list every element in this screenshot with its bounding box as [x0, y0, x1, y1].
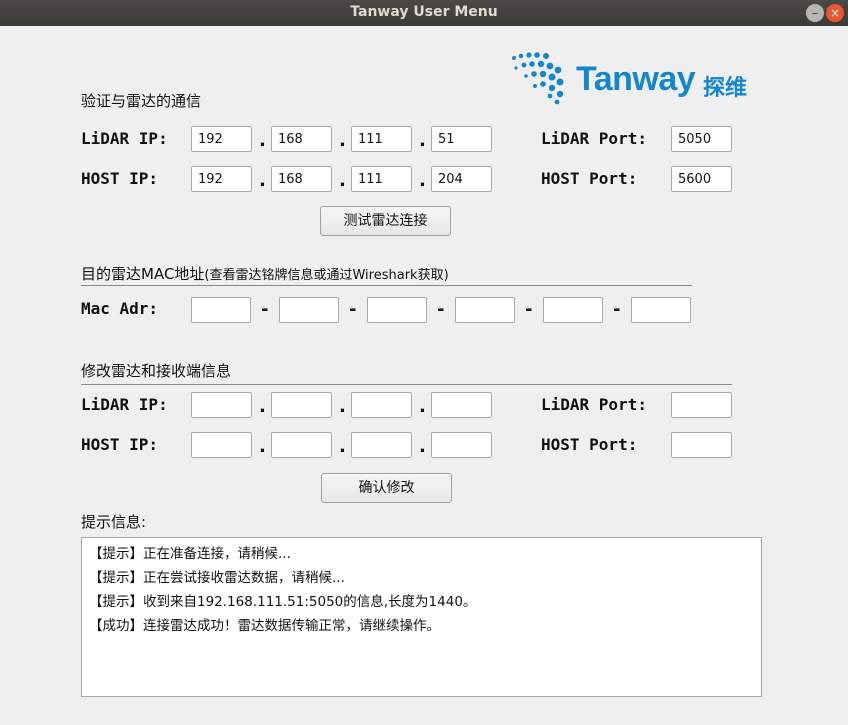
- new-lidar-ip-octet-4[interactable]: [431, 392, 492, 418]
- ip-dot: .: [259, 170, 266, 191]
- host-port-label: HOST Port:: [541, 169, 638, 188]
- ip-dot: .: [259, 130, 266, 151]
- lidar-ip-octet-3[interactable]: [351, 126, 412, 152]
- lidar-port-field[interactable]: [671, 126, 732, 152]
- connect-section-title: 验证与雷达的通信: [81, 92, 202, 110]
- confirm-modify-button[interactable]: 确认修改: [321, 473, 452, 503]
- new-lidar-port-field[interactable]: [671, 392, 732, 418]
- host-ip-label: HOST IP:: [81, 169, 159, 188]
- test-connection-button[interactable]: 测试雷达连接: [320, 206, 451, 236]
- host-port-field[interactable]: [671, 166, 732, 192]
- mac-section-note: (查看雷达铭牌信息或通过Wireshark获取): [204, 268, 449, 283]
- mac-section-title-text: 目的雷达MAC地址: [81, 265, 205, 283]
- ip-dot: .: [419, 130, 426, 151]
- log-line: 【提示】正在准备连接，请稍候...: [89, 546, 291, 562]
- mac-address-label: Mac Adr:: [81, 299, 159, 318]
- ip-dot: .: [419, 396, 426, 417]
- host-ip-octet-3[interactable]: [351, 166, 412, 192]
- tanway-logo-icon: [512, 52, 564, 105]
- lidar-ip-octet-2[interactable]: [271, 126, 332, 152]
- divider: [81, 285, 692, 286]
- ip-dot: .: [339, 396, 346, 417]
- new-lidar-port-label: LiDAR Port:: [541, 395, 647, 414]
- new-host-port-field[interactable]: [671, 432, 732, 458]
- ip-dot: .: [419, 436, 426, 457]
- new-lidar-ip-label: LiDAR IP:: [81, 395, 168, 414]
- host-ip-octet-1[interactable]: [191, 166, 252, 192]
- log-title: 提示信息:: [81, 513, 147, 531]
- mac-dash: -: [613, 299, 621, 320]
- lidar-port-label: LiDAR Port:: [541, 129, 647, 148]
- new-host-ip-label: HOST IP:: [81, 435, 159, 454]
- ip-dot: .: [339, 130, 346, 151]
- log-line: 【提示】收到来自192.168.111.51:5050的信息,长度为1440。: [89, 594, 477, 610]
- modify-section-title: 修改雷达和接收端信息: [81, 362, 232, 380]
- mac-dash: -: [349, 299, 357, 320]
- host-ip-octet-4[interactable]: [431, 166, 492, 192]
- mac-byte-3[interactable]: [367, 297, 427, 323]
- mac-dash: -: [525, 299, 533, 320]
- log-line: 【成功】连接雷达成功！雷达数据传输正常，请继续操作。: [89, 618, 440, 634]
- ip-dot: .: [259, 396, 266, 417]
- new-lidar-ip-octet-3[interactable]: [351, 392, 412, 418]
- new-host-ip-octet-2[interactable]: [271, 432, 332, 458]
- window-title: Tanway User Menu: [350, 4, 498, 20]
- mac-dash: -: [261, 299, 269, 320]
- new-host-ip-octet-3[interactable]: [351, 432, 412, 458]
- minimize-icon[interactable]: –: [806, 4, 824, 22]
- brand-name: Tanway: [576, 60, 696, 98]
- new-host-ip-octet-4[interactable]: [431, 432, 492, 458]
- ip-dot: .: [419, 170, 426, 191]
- mac-section-title: 目的雷达MAC地址(查看雷达铭牌信息或通过Wireshark获取): [81, 263, 449, 284]
- lidar-ip-label: LiDAR IP:: [81, 129, 168, 148]
- window-titlebar: Tanway User Menu – ×: [0, 0, 848, 26]
- log-textbox[interactable]: 【提示】正在准备连接，请稍候... 【提示】正在尝试接收雷达数据，请稍候... …: [81, 537, 762, 697]
- mac-byte-6[interactable]: [631, 297, 691, 323]
- mac-byte-1[interactable]: [191, 297, 251, 323]
- ip-dot: .: [339, 436, 346, 457]
- log-line: 【提示】正在尝试接收雷达数据，请稍候...: [89, 570, 345, 586]
- mac-byte-5[interactable]: [543, 297, 603, 323]
- new-host-ip-octet-1[interactable]: [191, 432, 252, 458]
- divider: [81, 384, 732, 385]
- new-lidar-ip-octet-2[interactable]: [271, 392, 332, 418]
- lidar-ip-octet-4[interactable]: [431, 126, 492, 152]
- brand-name-cn: 探维: [703, 76, 748, 101]
- mac-byte-4[interactable]: [455, 297, 515, 323]
- new-host-port-label: HOST Port:: [541, 435, 638, 454]
- mac-byte-2[interactable]: [279, 297, 339, 323]
- ip-dot: .: [339, 170, 346, 191]
- ip-dot: .: [259, 436, 266, 457]
- close-icon[interactable]: ×: [826, 4, 844, 22]
- new-lidar-ip-octet-1[interactable]: [191, 392, 252, 418]
- mac-dash: -: [437, 299, 445, 320]
- tanway-logo: Tanway 探维: [508, 46, 758, 106]
- lidar-ip-octet-1[interactable]: [191, 126, 252, 152]
- host-ip-octet-2[interactable]: [271, 166, 332, 192]
